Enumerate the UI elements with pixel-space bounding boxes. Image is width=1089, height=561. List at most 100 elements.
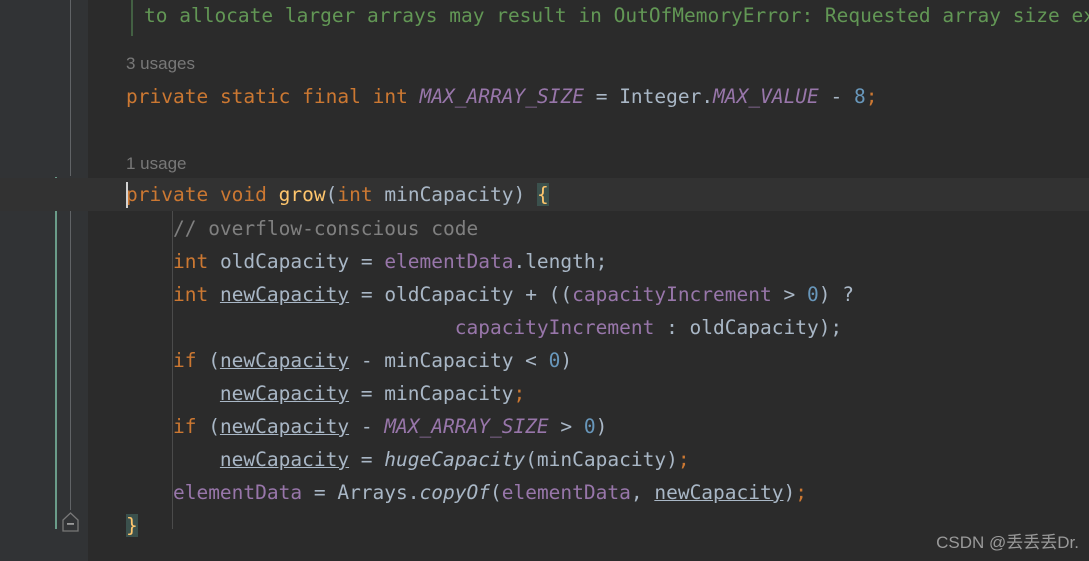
token: int [172,283,209,306]
line-close-brace[interactable]: } [0,509,1089,542]
token: newCapacity [654,481,784,504]
token: 8 [854,85,866,108]
watermark: CSDN @丢丢丢Dr. [936,533,1079,552]
token: elementData [172,481,303,504]
line-javadoc-cont[interactable]: to allocate larger arrays may result in … [0,0,1089,32]
token: private [126,183,209,206]
token: static [219,85,291,108]
token: ) [595,415,608,438]
token: to allocate larger arrays may result in … [144,4,1089,27]
token: ) [783,481,796,504]
line-text: int oldCapacity = elementData.length; [126,245,607,278]
line-ternary-cont[interactable]: capacityIncrement : oldCapacity); [0,311,1089,344]
token: elementData [384,250,514,273]
token: ; [795,481,807,504]
token: int [172,250,209,273]
token: int [337,183,373,206]
token: if [172,415,197,438]
token: 0 [548,349,561,372]
token: oldCapacity = [208,250,385,273]
token: ( [489,481,502,504]
token: ; [513,382,526,405]
token: copyOf [419,481,490,504]
token: - minCapacity < [349,349,549,372]
line-if-maxarraysize[interactable]: if (newCapacity - MAX_ARRAY_SIZE > 0) [0,410,1089,443]
token: hugeCapacity [384,448,526,471]
token: (minCapacity) [525,448,678,471]
token: private [126,85,209,108]
line-if-mincapacity[interactable]: if (newCapacity - minCapacity < 0) [0,344,1089,377]
line-text: capacityIncrement : oldCapacity); [126,311,842,344]
line-new-capacity-assign[interactable]: int newCapacity = oldCapacity + ((capaci… [0,278,1089,311]
line-assign-mincapacity[interactable]: newCapacity = minCapacity; [0,377,1089,410]
line-arrays-copyof[interactable]: elementData = Arrays.copyOf(elementData,… [0,476,1089,509]
token: = [583,85,620,108]
token: = minCapacity [349,382,514,405]
token: 0 [583,415,596,438]
code-lines[interactable]: 3 usages 1 usage to allocate larger arrays… [0,0,1089,561]
token: ) [560,349,573,372]
line-text: newCapacity = hugeCapacity(minCapacity); [126,443,690,476]
token: MAX_VALUE [713,85,819,108]
line-text: private static final int MAX_ARRAY_SIZE … [126,80,878,113]
token: ( [196,349,220,372]
token: newCapacity [219,283,350,306]
token: . [701,85,714,108]
line-comment-overflow[interactable]: // overflow-conscious code [0,212,1089,245]
token: minCapacity [372,183,514,206]
token: newCapacity [219,382,350,405]
token: = Arrays. [302,481,420,504]
code-editor[interactable]: 3 usages 1 usage to allocate larger arrays… [0,0,1089,561]
token: } [126,514,138,537]
token: newCapacity [219,448,350,471]
line-grow-signature[interactable]: private void grow(int minCapacity) { [0,178,1089,211]
token: newCapacity [219,349,350,372]
token: ( [325,183,338,206]
line-max-array-size[interactable]: private static final int MAX_ARRAY_SIZE … [0,80,1089,113]
token: elementData [501,481,631,504]
token: ; [677,448,690,471]
token: ( [196,415,220,438]
line-text: elementData = Arrays.copyOf(elementData,… [126,476,807,509]
token: ; [865,85,878,108]
token: void [219,183,267,206]
token: if [172,349,197,372]
token: int [372,85,408,108]
token: , [630,481,655,504]
usages-hint[interactable]: 1 usage [126,150,187,178]
token: grow [278,183,326,206]
line-text: newCapacity = minCapacity; [126,377,525,410]
token: .length; [513,250,608,273]
token: : oldCapacity); [654,316,843,339]
token: ) ? [818,283,854,306]
text-caret [126,182,128,208]
token: - [818,85,855,108]
token: = oldCapacity + (( [349,283,573,306]
line-text: if (newCapacity - MAX_ARRAY_SIZE > 0) [126,410,607,443]
token: capacityIncrement [454,316,655,339]
token: Integer [619,85,702,108]
token: newCapacity [219,415,350,438]
token: ) [513,183,537,206]
line-text: } [126,509,138,542]
usages-hint[interactable]: 3 usages [126,50,195,78]
line-text: to allocate larger arrays may result in … [144,0,1089,32]
token: // overflow-conscious code [172,217,479,240]
line-text: // overflow-conscious code [126,212,478,245]
line-huge-capacity[interactable]: newCapacity = hugeCapacity(minCapacity); [0,443,1089,476]
line-old-capacity[interactable]: int oldCapacity = elementData.length; [0,245,1089,278]
token: MAX_ARRAY_SIZE [384,415,549,438]
token: final [302,85,361,108]
token: > [548,415,584,438]
